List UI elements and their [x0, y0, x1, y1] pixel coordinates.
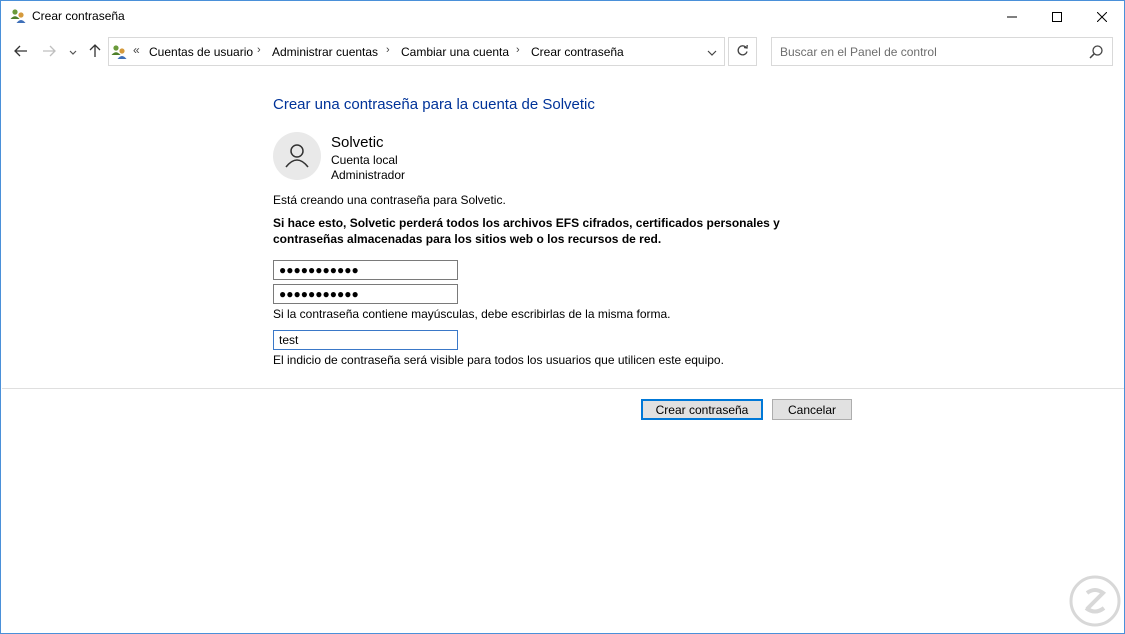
breadcrumb-overflow[interactable]: « — [133, 43, 140, 57]
maximize-button[interactable] — [1034, 1, 1080, 32]
new-password-field[interactable] — [273, 260, 458, 280]
divider — [2, 388, 1124, 389]
warning-text: Si hace esto, Solvetic perderá todos los… — [273, 216, 780, 246]
arrow-left-icon — [14, 45, 28, 60]
info-text: Está creando una contraseña para Solveti… — [273, 193, 506, 207]
confirm-password-field[interactable] — [273, 284, 458, 304]
breadcrumb-separator[interactable]: › — [257, 44, 261, 56]
close-button[interactable] — [1079, 1, 1125, 32]
control-panel-window: Crear contraseña « Cuentas de usuario › … — [0, 0, 1125, 634]
user-icon — [284, 142, 310, 171]
breadcrumb-separator[interactable]: › — [516, 44, 520, 56]
case-sensitivity-note: Si la contraseña contiene mayúsculas, de… — [273, 307, 671, 321]
recent-locations-button[interactable] — [65, 42, 81, 62]
control-panel-icon — [111, 44, 127, 60]
forward-button[interactable] — [39, 42, 59, 62]
password-hint-field[interactable] — [273, 330, 458, 350]
maximize-icon — [1052, 11, 1062, 22]
search-box[interactable] — [771, 37, 1113, 66]
window-title: Crear contraseña — [32, 9, 125, 23]
search-input[interactable] — [772, 38, 1082, 65]
title-bar: Crear contraseña — [1, 1, 1124, 32]
watermark-logo-icon — [1069, 575, 1121, 627]
breadcrumb-separator[interactable]: › — [386, 44, 390, 56]
refresh-button[interactable] — [728, 37, 757, 66]
refresh-icon — [736, 44, 749, 60]
minimize-button[interactable] — [989, 1, 1035, 32]
breadcrumb-cambiar-una-cuenta[interactable]: Cambiar una cuenta — [401, 45, 509, 59]
page-title: Crear una contraseña para la cuenta de S… — [273, 96, 595, 113]
arrow-up-icon — [89, 43, 101, 61]
hint-visibility-note: El indicio de contraseña será visible pa… — [273, 353, 724, 367]
breadcrumb-administrar-cuentas[interactable]: Administrar cuentas — [272, 45, 378, 59]
arrow-right-icon — [42, 45, 56, 60]
back-button[interactable] — [11, 42, 31, 62]
create-password-button[interactable]: Crear contraseña — [641, 399, 763, 420]
chevron-down-icon — [69, 45, 77, 59]
avatar — [273, 132, 321, 180]
up-button[interactable] — [85, 42, 105, 62]
search-icon[interactable] — [1088, 44, 1104, 60]
cancel-button[interactable]: Cancelar — [772, 399, 852, 420]
account-name: Solvetic — [331, 134, 384, 151]
address-history-dropdown[interactable] — [700, 39, 724, 64]
chevron-down-icon — [707, 45, 717, 59]
minimize-icon — [1007, 12, 1017, 22]
breadcrumb-crear-contrasena[interactable]: Crear contraseña — [531, 45, 624, 59]
account-role: Administrador — [331, 168, 406, 182]
navigation-bar: « Cuentas de usuario › Administrar cuent… — [1, 34, 1124, 70]
address-bar[interactable]: « Cuentas de usuario › Administrar cuent… — [108, 37, 725, 66]
user-accounts-icon — [10, 8, 26, 24]
close-icon — [1097, 11, 1107, 22]
breadcrumb-cuentas-de-usuario[interactable]: Cuentas de usuario — [149, 45, 253, 59]
account-type: Cuenta local — [331, 153, 398, 167]
